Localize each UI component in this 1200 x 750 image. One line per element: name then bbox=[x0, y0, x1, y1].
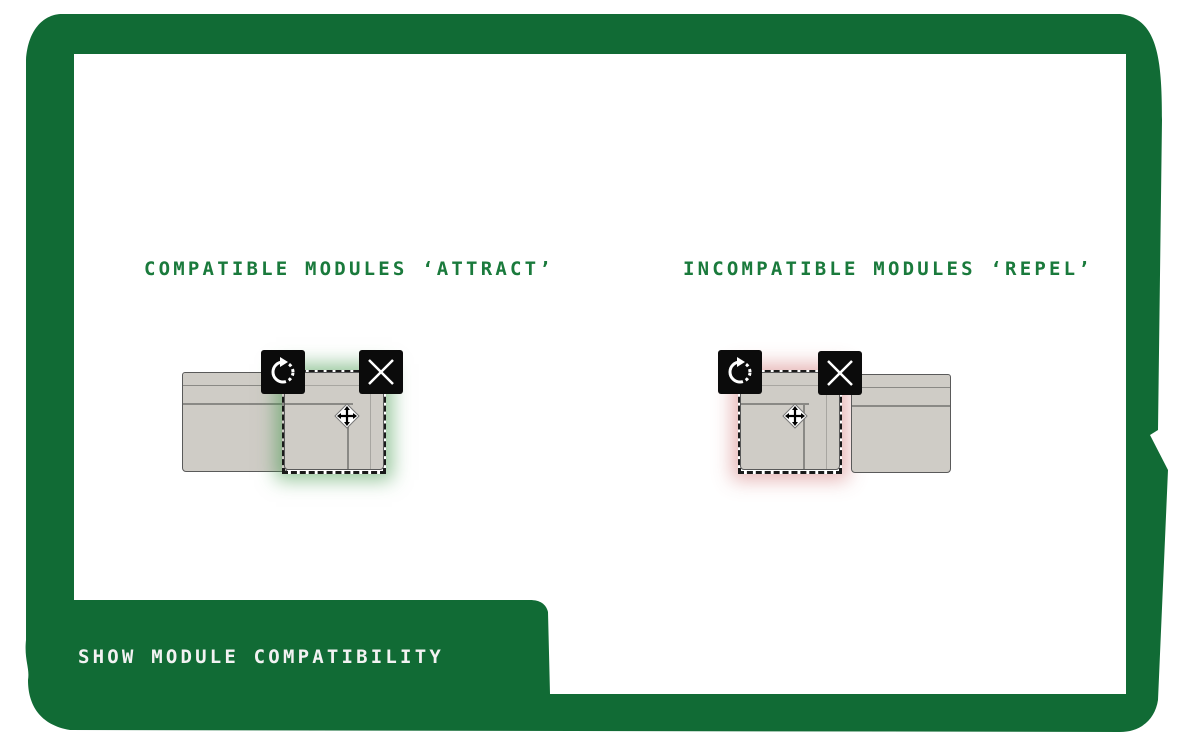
module-seam bbox=[183, 403, 287, 405]
module-seam bbox=[370, 385, 371, 469]
close-icon bbox=[368, 359, 394, 385]
move-icon[interactable] bbox=[334, 403, 360, 429]
rotate-icon bbox=[271, 357, 295, 384]
close-icon bbox=[827, 360, 853, 386]
compatible-caption: COMPATIBLE MODULES ‘ATTRACT’ bbox=[144, 258, 554, 280]
incompatible-caption: INCOMPATIBLE MODULES ‘REPEL’ bbox=[683, 258, 1093, 280]
remove-button[interactable] bbox=[818, 351, 862, 395]
sofa-module-fixed bbox=[851, 374, 951, 473]
rotate-button[interactable] bbox=[718, 350, 762, 394]
module-seam bbox=[852, 387, 950, 388]
module-seam bbox=[852, 405, 950, 407]
rotate-button[interactable] bbox=[261, 350, 305, 394]
move-icon[interactable] bbox=[782, 403, 808, 429]
rotate-icon bbox=[728, 357, 752, 384]
green-frame bbox=[25, 14, 1168, 732]
module-seam bbox=[826, 385, 827, 469]
remove-button[interactable] bbox=[359, 350, 403, 394]
show-module-compatibility-button[interactable]: SHOW MODULE COMPATIBILITY bbox=[78, 646, 444, 668]
